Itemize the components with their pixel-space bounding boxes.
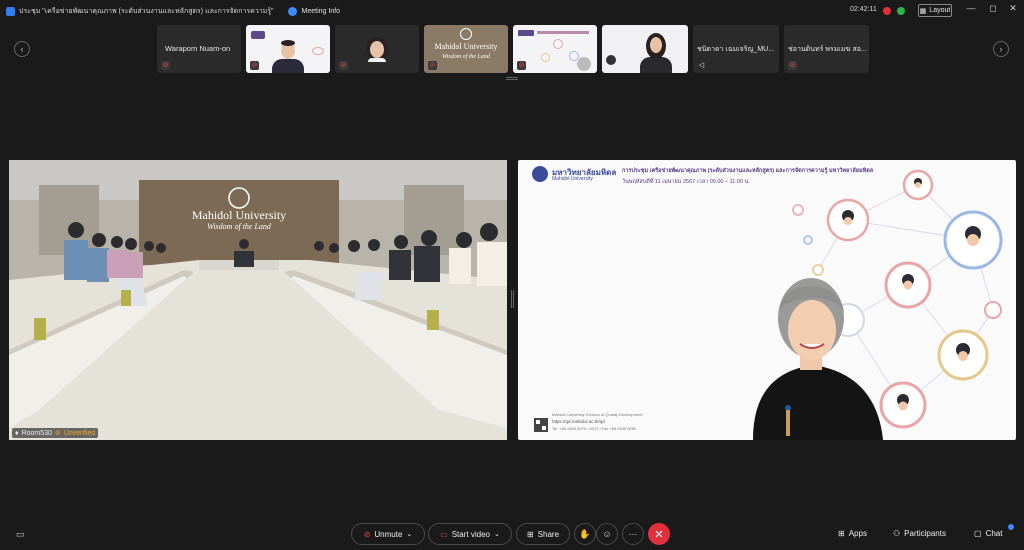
strip-next-button[interactable]: › bbox=[993, 41, 1009, 57]
chevron-down-icon[interactable]: ⌄ bbox=[494, 530, 500, 538]
resize-handle[interactable] bbox=[506, 77, 518, 80]
muted-mic-icon: ⊘ bbox=[250, 61, 259, 70]
participants-icon: ⚇ bbox=[893, 529, 901, 538]
apps-button[interactable]: ⊞ Apps bbox=[838, 529, 867, 538]
close-window-button[interactable]: ✕ bbox=[1006, 3, 1020, 14]
wall-logo-text: Mahidol University bbox=[191, 208, 287, 222]
layout-button[interactable]: ▦ Layout bbox=[918, 4, 952, 17]
participant-video bbox=[602, 25, 688, 73]
chat-notification-badge bbox=[1008, 524, 1014, 530]
maximize-button[interactable]: ◻ bbox=[986, 3, 1000, 14]
share-button[interactable]: ⊞ Share bbox=[516, 523, 570, 545]
conference-room-video[interactable]: Mahidol University Wisdom of the Land ♦ … bbox=[9, 160, 507, 440]
grid-icon: ▦ bbox=[919, 7, 927, 15]
meeting-timer: 02:42:11 bbox=[850, 6, 877, 13]
muted-mic-icon: ⊘ bbox=[339, 61, 348, 70]
more-options-button[interactable]: ··· bbox=[622, 523, 644, 545]
speaker-icon: ◁ bbox=[698, 62, 705, 69]
unverified-badge: ⊘ bbox=[54, 430, 61, 437]
meeting-toolbar: ▭ ⊘ Unmute ⌄ ▭ Start video ⌄ ⊞ Share ✋ ☺… bbox=[0, 520, 1024, 550]
participant-tile[interactable]: Warapom Nuam-on ⊘ bbox=[157, 25, 241, 73]
smiley-icon: ☺ bbox=[602, 529, 612, 539]
wall-tagline-text: Wisdom of the Land bbox=[207, 222, 271, 231]
muted-mic-icon: ⊘ bbox=[363, 529, 371, 539]
participants-button[interactable]: ⚇ Participants bbox=[893, 529, 946, 538]
strip-prev-button[interactable]: ‹ bbox=[14, 41, 30, 57]
recording-indicator-icon bbox=[883, 7, 891, 15]
participant-tile[interactable]: Mahidol University Wisdom of the Land ⊘ bbox=[424, 25, 508, 73]
info-icon[interactable] bbox=[287, 6, 297, 16]
slide-footer-line-3: Tel. +66 2849 6070 / 6072 | Fax +66 2849… bbox=[552, 426, 637, 431]
apps-icon: ⊞ bbox=[838, 529, 845, 538]
video-off-icon: ▭ bbox=[440, 529, 448, 539]
share-icon: ⊞ bbox=[526, 529, 534, 539]
slide-footer-line-1: Mahidol University Division of Quality D… bbox=[552, 412, 643, 417]
chat-button[interactable]: ▢ Chat bbox=[974, 529, 1002, 538]
start-video-button[interactable]: ▭ Start video ⌄ bbox=[428, 523, 512, 545]
meeting-info-button[interactable]: Meeting Info bbox=[302, 8, 341, 15]
reactions-button[interactable]: ☺ bbox=[596, 523, 618, 545]
participant-tile[interactable] bbox=[602, 25, 688, 73]
split-divider[interactable] bbox=[511, 290, 514, 308]
avatar bbox=[370, 41, 384, 58]
mic-icon: ♦ bbox=[15, 429, 19, 437]
raise-hand-button[interactable]: ✋ bbox=[574, 523, 596, 545]
window-title: ประชุม "เครือข่ายพัฒนาคุณภาพ (ระดับส่วนง… bbox=[19, 7, 274, 15]
connection-status-icon[interactable] bbox=[897, 7, 905, 15]
room-label: ♦ Room530 ⊘ Unverified bbox=[12, 428, 99, 438]
shared-content-video[interactable]: มหาวิทยาลัยมหิดล Mahidol University การป… bbox=[518, 160, 1016, 440]
webex-app-icon bbox=[6, 6, 15, 16]
chat-icon: ▢ bbox=[974, 529, 982, 538]
slide-footer-line-2: https://qd.mahidol.ac.th/qd bbox=[552, 419, 605, 424]
university-seal-icon bbox=[460, 28, 472, 40]
avatar-collar bbox=[368, 58, 386, 62]
muted-mic-icon: ⊘ bbox=[517, 61, 526, 70]
slide-network-graphic bbox=[534, 169, 1003, 440]
participant-tile[interactable]: ⊘ bbox=[335, 25, 419, 73]
wall-logo-text: Mahidol University bbox=[434, 42, 498, 51]
captions-icon[interactable]: ▭ bbox=[16, 529, 25, 540]
participant-tile[interactable]: ⊘ bbox=[513, 25, 597, 73]
participant-strip: ‹ Warapom Nuam-on ⊘ ⊘ ⊘ Mahidol Universi… bbox=[0, 24, 1024, 76]
participant-tile[interactable]: ช่อานดินทร์ พรมเมฆ สอ... ⊘ bbox=[784, 25, 869, 73]
participant-name: Warapom Nuam-on bbox=[165, 44, 231, 53]
unmute-button[interactable]: ⊘ Unmute ⌄ bbox=[351, 523, 425, 545]
leave-meeting-button[interactable]: ✕ bbox=[648, 523, 670, 545]
participant-name: ชนิดาดา เฉมเจริญ_MU... bbox=[697, 46, 775, 53]
participant-name: ช่อานดินทร์ พรมเมฆ สอ... bbox=[788, 46, 867, 53]
muted-mic-icon: ⊘ bbox=[161, 61, 170, 70]
wall-tagline-text: Wisdom of the Land bbox=[442, 54, 490, 60]
minimize-button[interactable]: — bbox=[964, 3, 978, 13]
muted-mic-icon: ⊘ bbox=[788, 61, 797, 70]
hand-icon: ✋ bbox=[579, 528, 591, 539]
conference-room-scene bbox=[9, 160, 507, 440]
chevron-down-icon[interactable]: ⌄ bbox=[406, 530, 412, 538]
participant-tile[interactable]: ⊘ bbox=[246, 25, 330, 73]
participant-tile[interactable]: ชนิดาดา เฉมเจริญ_MU... ◁ bbox=[693, 25, 779, 73]
muted-mic-icon: ⊘ bbox=[428, 61, 437, 70]
